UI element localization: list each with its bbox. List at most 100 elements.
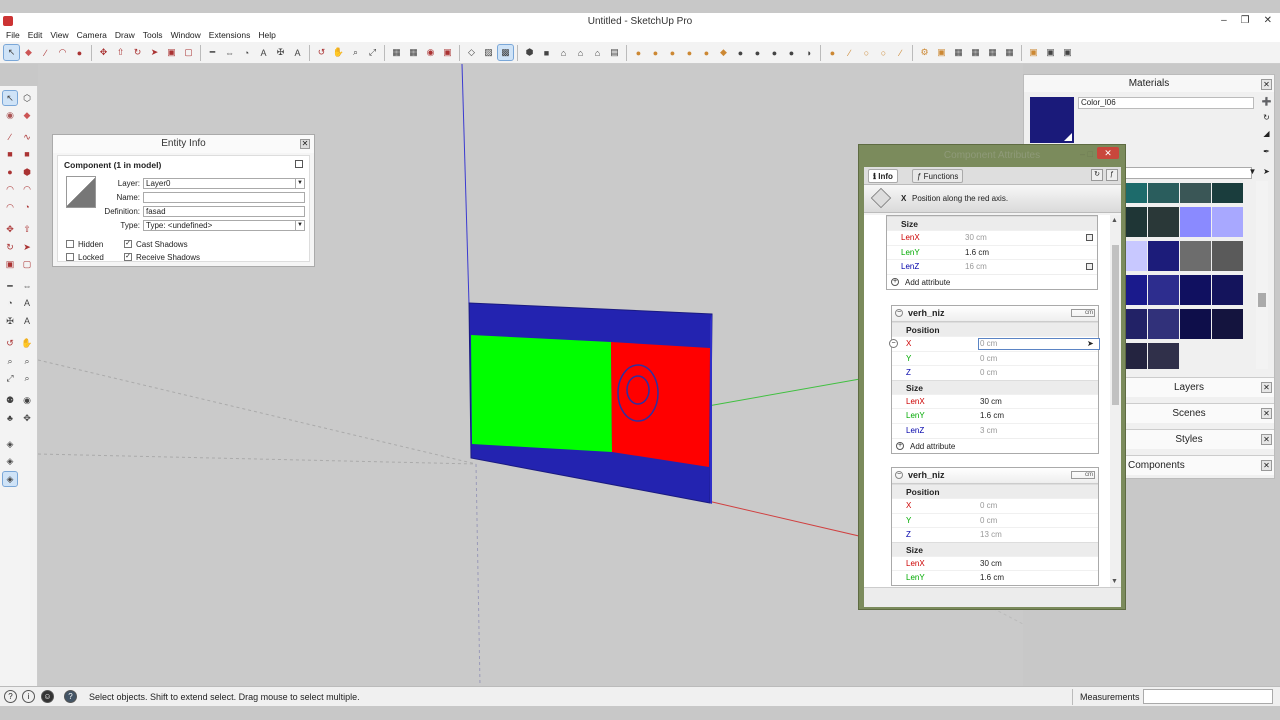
lt-eraser-icon[interactable]: ◆ — [20, 108, 34, 122]
toggle-formula-icon[interactable]: ƒ — [1106, 169, 1118, 181]
type-select[interactable]: Type: <undefined> ▼ — [143, 220, 305, 231]
material-swatch[interactable] — [1124, 207, 1147, 237]
menu-help[interactable]: Help — [256, 30, 281, 42]
material-collection-select[interactable] — [1124, 167, 1252, 179]
entity-info-close-icon[interactable]: ✕ — [300, 139, 310, 149]
lt-move-icon[interactable]: ✥ — [3, 222, 17, 236]
select-tool-icon[interactable]: ↖ — [3, 44, 20, 61]
iso-view-icon[interactable]: ⬢ — [522, 45, 537, 60]
lt-offset-icon[interactable]: ▢ — [20, 257, 34, 271]
scenes-section[interactable]: Scenes ✕ — [1124, 403, 1274, 423]
lt-rectangle-icon[interactable]: ■ — [3, 147, 17, 161]
material-swatch[interactable] — [1180, 183, 1211, 203]
material-swatch[interactable] — [1148, 207, 1179, 237]
material-swatch[interactable] — [1124, 275, 1147, 305]
lt-sandbox-1-icon[interactable]: ◈ — [3, 437, 17, 451]
ext-1-icon[interactable]: ⚙ — [917, 45, 932, 60]
warehouse-icon[interactable]: ▦ — [389, 45, 404, 60]
instructor-icon[interactable]: ? — [64, 690, 77, 703]
menu-camera[interactable]: Camera — [75, 30, 113, 42]
refresh-icon[interactable]: ↻ — [1091, 169, 1103, 181]
tab-info[interactable]: ℹ Info — [868, 169, 898, 183]
lt-rotated-rect-icon[interactable]: ■ — [20, 147, 34, 161]
ext-8-icon[interactable]: ▣ — [1043, 45, 1058, 60]
formula-icon[interactable] — [1086, 263, 1093, 271]
top-view-icon[interactable]: ■ — [539, 45, 554, 60]
xray-icon[interactable]: ◇ — [464, 45, 479, 60]
current-material-swatch[interactable] — [1030, 97, 1074, 143]
component-attributes-header[interactable]: Component Attributes – □ ✕ — [859, 145, 1125, 165]
material-swatch[interactable] — [1148, 309, 1179, 339]
axes-tool-icon[interactable]: ✠ — [273, 45, 288, 60]
lt-3dtext-icon[interactable]: A — [20, 314, 34, 328]
scrollbar-thumb[interactable] — [1112, 245, 1119, 405]
lt-sandbox-2-icon[interactable]: ◈ — [3, 454, 17, 468]
material-swatch[interactable] — [1148, 241, 1179, 271]
lt-followme-icon[interactable]: ➤ — [20, 240, 34, 254]
attribute-value[interactable]: 30 cm — [980, 559, 1002, 568]
material-swatch[interactable] — [1212, 183, 1243, 203]
fasad-red-panel[interactable] — [611, 342, 710, 467]
attribute-value[interactable]: 0 cm — [980, 368, 997, 377]
lt-sandbox-3-icon[interactable]: ◈ — [2, 471, 18, 487]
material-swatch[interactable] — [1148, 343, 1179, 369]
collapse-icon[interactable]: − — [895, 471, 903, 479]
default-material-icon[interactable]: ◢ — [1261, 129, 1272, 140]
lt-position-camera-icon[interactable]: ♣ — [3, 411, 17, 425]
attribute-row[interactable]: LenX 30 cm — [892, 555, 1098, 571]
attribute-row[interactable]: LenY 1.6 cm — [892, 570, 1098, 585]
attribute-row[interactable]: X 0 cm — [892, 498, 1098, 513]
sample-paint-icon[interactable]: ✒ — [1261, 147, 1272, 158]
zoom-extents-icon[interactable]: ⤢ — [365, 45, 380, 60]
create-material-icon[interactable]: ↻ — [1261, 113, 1272, 124]
material-swatch[interactable] — [1148, 275, 1179, 305]
shape-tool-icon[interactable]: ● — [72, 45, 87, 60]
lt-protractor-icon[interactable]: ◔ — [3, 296, 17, 310]
block-header[interactable]: − verh_niz cm — [892, 468, 1098, 484]
material-swatch[interactable] — [1212, 207, 1243, 237]
locked-checkbox[interactable] — [66, 253, 74, 261]
ext-7-icon[interactable]: ▣ — [1026, 45, 1041, 60]
materials-close-icon[interactable]: ✕ — [1261, 79, 1272, 90]
lt-text-icon[interactable]: A — [20, 296, 34, 310]
lt-arc-icon[interactable]: ◠ — [3, 182, 17, 196]
attribute-row[interactable]: LenX 30 cm — [892, 393, 1098, 409]
menu-edit[interactable]: Edit — [26, 30, 49, 42]
attribute-value[interactable]: 13 cm — [980, 530, 1002, 539]
formula-icon[interactable] — [1086, 234, 1093, 241]
chevron-down-icon[interactable]: ▼ — [295, 221, 304, 230]
menu-view[interactable]: View — [48, 30, 74, 42]
sandbox-8-icon[interactable]: ● — [750, 45, 765, 60]
lt-pie-icon[interactable]: ◔ — [20, 200, 34, 214]
material-scrollbar[interactable] — [1256, 181, 1268, 369]
attribute-value[interactable]: 0 cm — [980, 339, 997, 348]
sandbox-2-icon[interactable]: ● — [648, 45, 663, 60]
scenes-close-icon[interactable]: ✕ — [1261, 408, 1272, 419]
tape-measure-icon[interactable]: ━ — [205, 45, 220, 60]
menu-draw[interactable]: Draw — [113, 30, 141, 42]
attribute-value[interactable]: 0 cm — [980, 354, 997, 363]
sandbox-11-icon[interactable]: ◑ — [801, 45, 816, 60]
display-secondary-icon[interactable]: ➕ — [1261, 97, 1272, 108]
entity-info-collapse-icon[interactable] — [295, 160, 303, 168]
name-field[interactable] — [143, 192, 305, 203]
lt-orbit-icon[interactable]: ↺ — [3, 336, 17, 350]
sandbox-6-icon[interactable]: ◆ — [716, 45, 731, 60]
styles-close-icon[interactable]: ✕ — [1261, 434, 1272, 445]
lt-freehand-icon[interactable]: ∿ — [20, 130, 34, 144]
components-close-icon[interactable]: ✕ — [1261, 460, 1272, 471]
sandbox-7-icon[interactable]: ● — [733, 45, 748, 60]
unit-badge[interactable]: cm — [1071, 309, 1095, 317]
attribute-row[interactable]: Z 13 cm — [892, 527, 1098, 542]
user-account-icon[interactable]: ☺ — [41, 690, 54, 703]
line-tool-icon[interactable]: ∕ — [38, 45, 53, 60]
components-section[interactable]: Components ✕ — [1124, 455, 1274, 475]
arc-tool-icon[interactable]: ◠ — [55, 45, 70, 60]
block-header[interactable]: − verh_niz cm — [892, 306, 1098, 322]
back-edges-icon[interactable]: ▨ — [481, 45, 496, 60]
solid-2-icon[interactable]: ∕ — [842, 45, 857, 60]
material-swatch[interactable] — [1180, 309, 1211, 339]
lt-paint-icon[interactable]: ◉ — [3, 108, 17, 122]
lt-rotate-icon[interactable]: ↻ — [3, 240, 17, 254]
zoom-tool-icon[interactable]: ⌕ — [348, 45, 363, 60]
